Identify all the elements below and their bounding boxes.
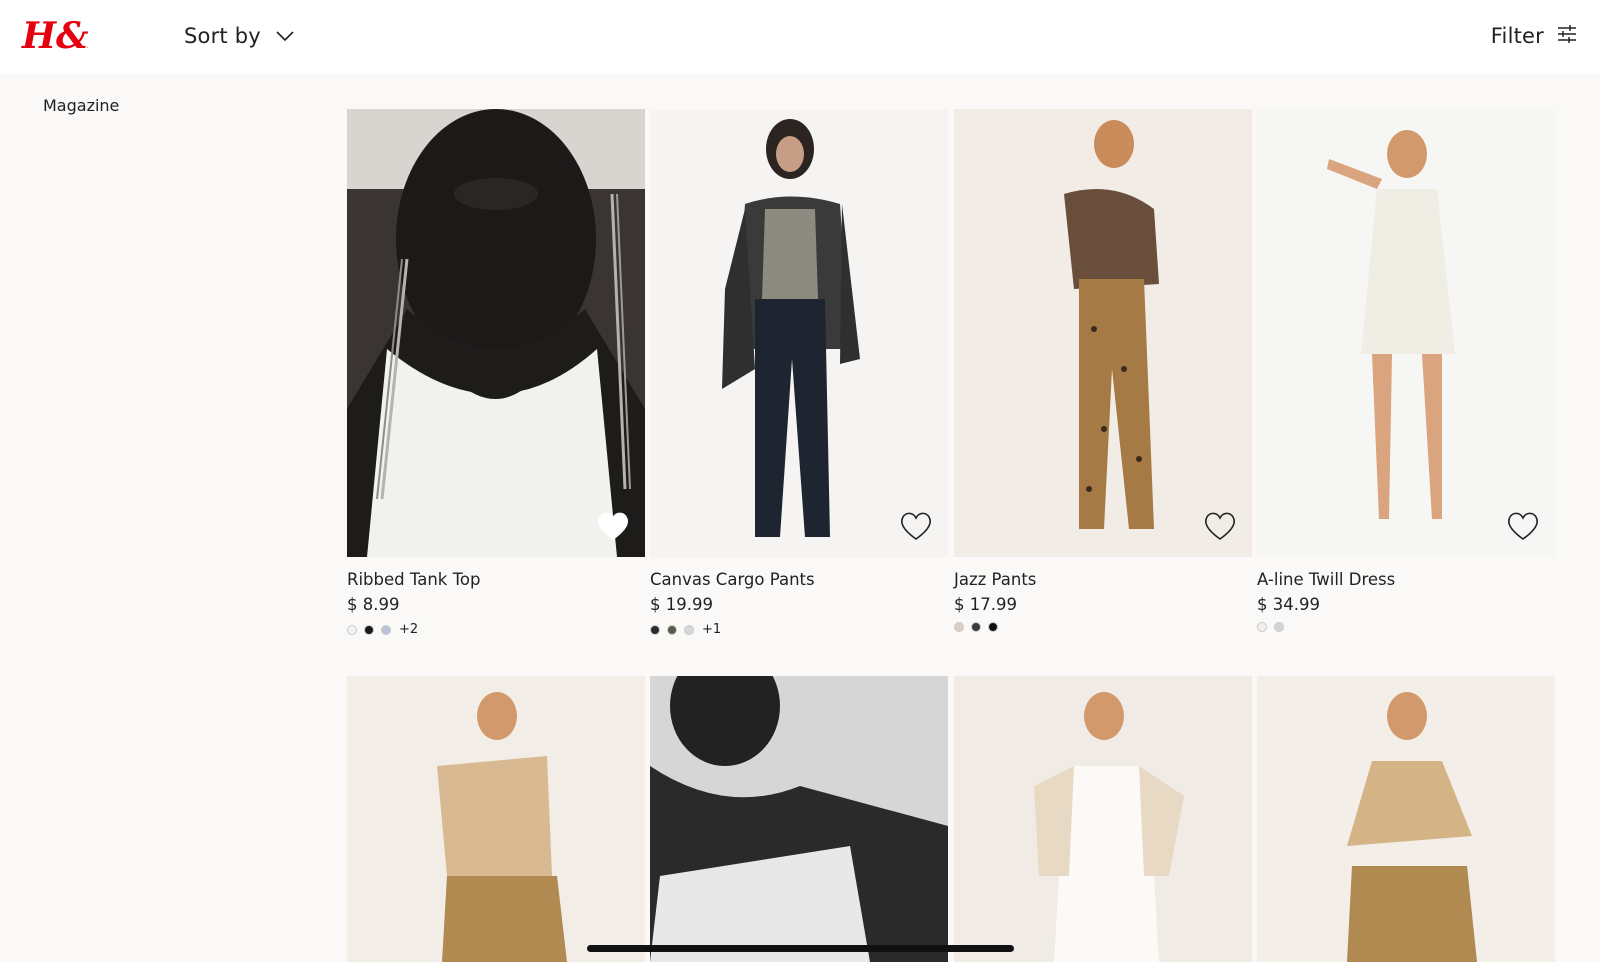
more-colors-count: +1 — [702, 622, 722, 637]
color-swatch[interactable] — [364, 624, 374, 635]
hm-logo[interactable]: H&M — [20, 10, 130, 58]
heart-icon[interactable] — [1202, 508, 1238, 544]
product-name[interactable]: Jazz Pants — [954, 570, 1036, 589]
product-price: $ 17.99 — [954, 595, 1017, 614]
product-price: $ 8.99 — [347, 595, 400, 614]
product-price: $ 34.99 — [1257, 595, 1320, 614]
chevron-down-icon — [275, 27, 295, 46]
color-swatch[interactable] — [381, 624, 391, 635]
color-swatch[interactable] — [971, 622, 981, 632]
color-swatches: +1 — [650, 622, 721, 637]
color-swatches: +2 — [347, 622, 418, 637]
product-image[interactable] — [347, 109, 645, 557]
product-image[interactable] — [954, 109, 1252, 557]
more-colors-count: +2 — [399, 622, 419, 637]
color-swatch[interactable] — [988, 622, 998, 632]
color-swatch[interactable] — [1257, 622, 1267, 632]
color-swatch[interactable] — [650, 624, 660, 635]
product-image[interactable] — [650, 109, 948, 557]
sliders-icon — [1556, 23, 1578, 49]
product-image[interactable] — [650, 676, 948, 962]
heart-icon[interactable] — [595, 508, 631, 544]
product-image[interactable] — [347, 676, 645, 962]
color-swatch[interactable] — [1274, 622, 1284, 632]
product-name[interactable]: Canvas Cargo Pants — [650, 570, 815, 589]
top-bar: H&M Sort by Filter — [0, 0, 1600, 74]
color-swatch[interactable] — [667, 624, 677, 635]
home-indicator[interactable] — [587, 945, 1014, 952]
color-swatch[interactable] — [954, 622, 964, 632]
filter-button[interactable]: Filter — [1491, 20, 1578, 52]
hm-logo-text: H&M — [21, 15, 88, 57]
heart-icon[interactable] — [1505, 508, 1541, 544]
color-swatch[interactable] — [684, 624, 694, 635]
color-swatches — [954, 622, 998, 632]
magazine-link[interactable]: Magazine — [43, 96, 119, 115]
product-price: $ 19.99 — [650, 595, 713, 614]
color-swatches — [1257, 622, 1284, 632]
product-name[interactable]: A-line Twill Dress — [1257, 570, 1395, 589]
filter-label: Filter — [1490, 24, 1544, 48]
heart-icon[interactable] — [898, 508, 934, 544]
sort-by-label: Sort by — [184, 24, 261, 48]
product-image[interactable] — [1257, 109, 1555, 557]
color-swatch[interactable] — [347, 624, 357, 635]
product-name[interactable]: Ribbed Tank Top — [347, 570, 480, 589]
product-image[interactable] — [954, 676, 1252, 962]
sort-by-button[interactable]: Sort by — [184, 20, 295, 52]
product-image[interactable] — [1257, 676, 1555, 962]
